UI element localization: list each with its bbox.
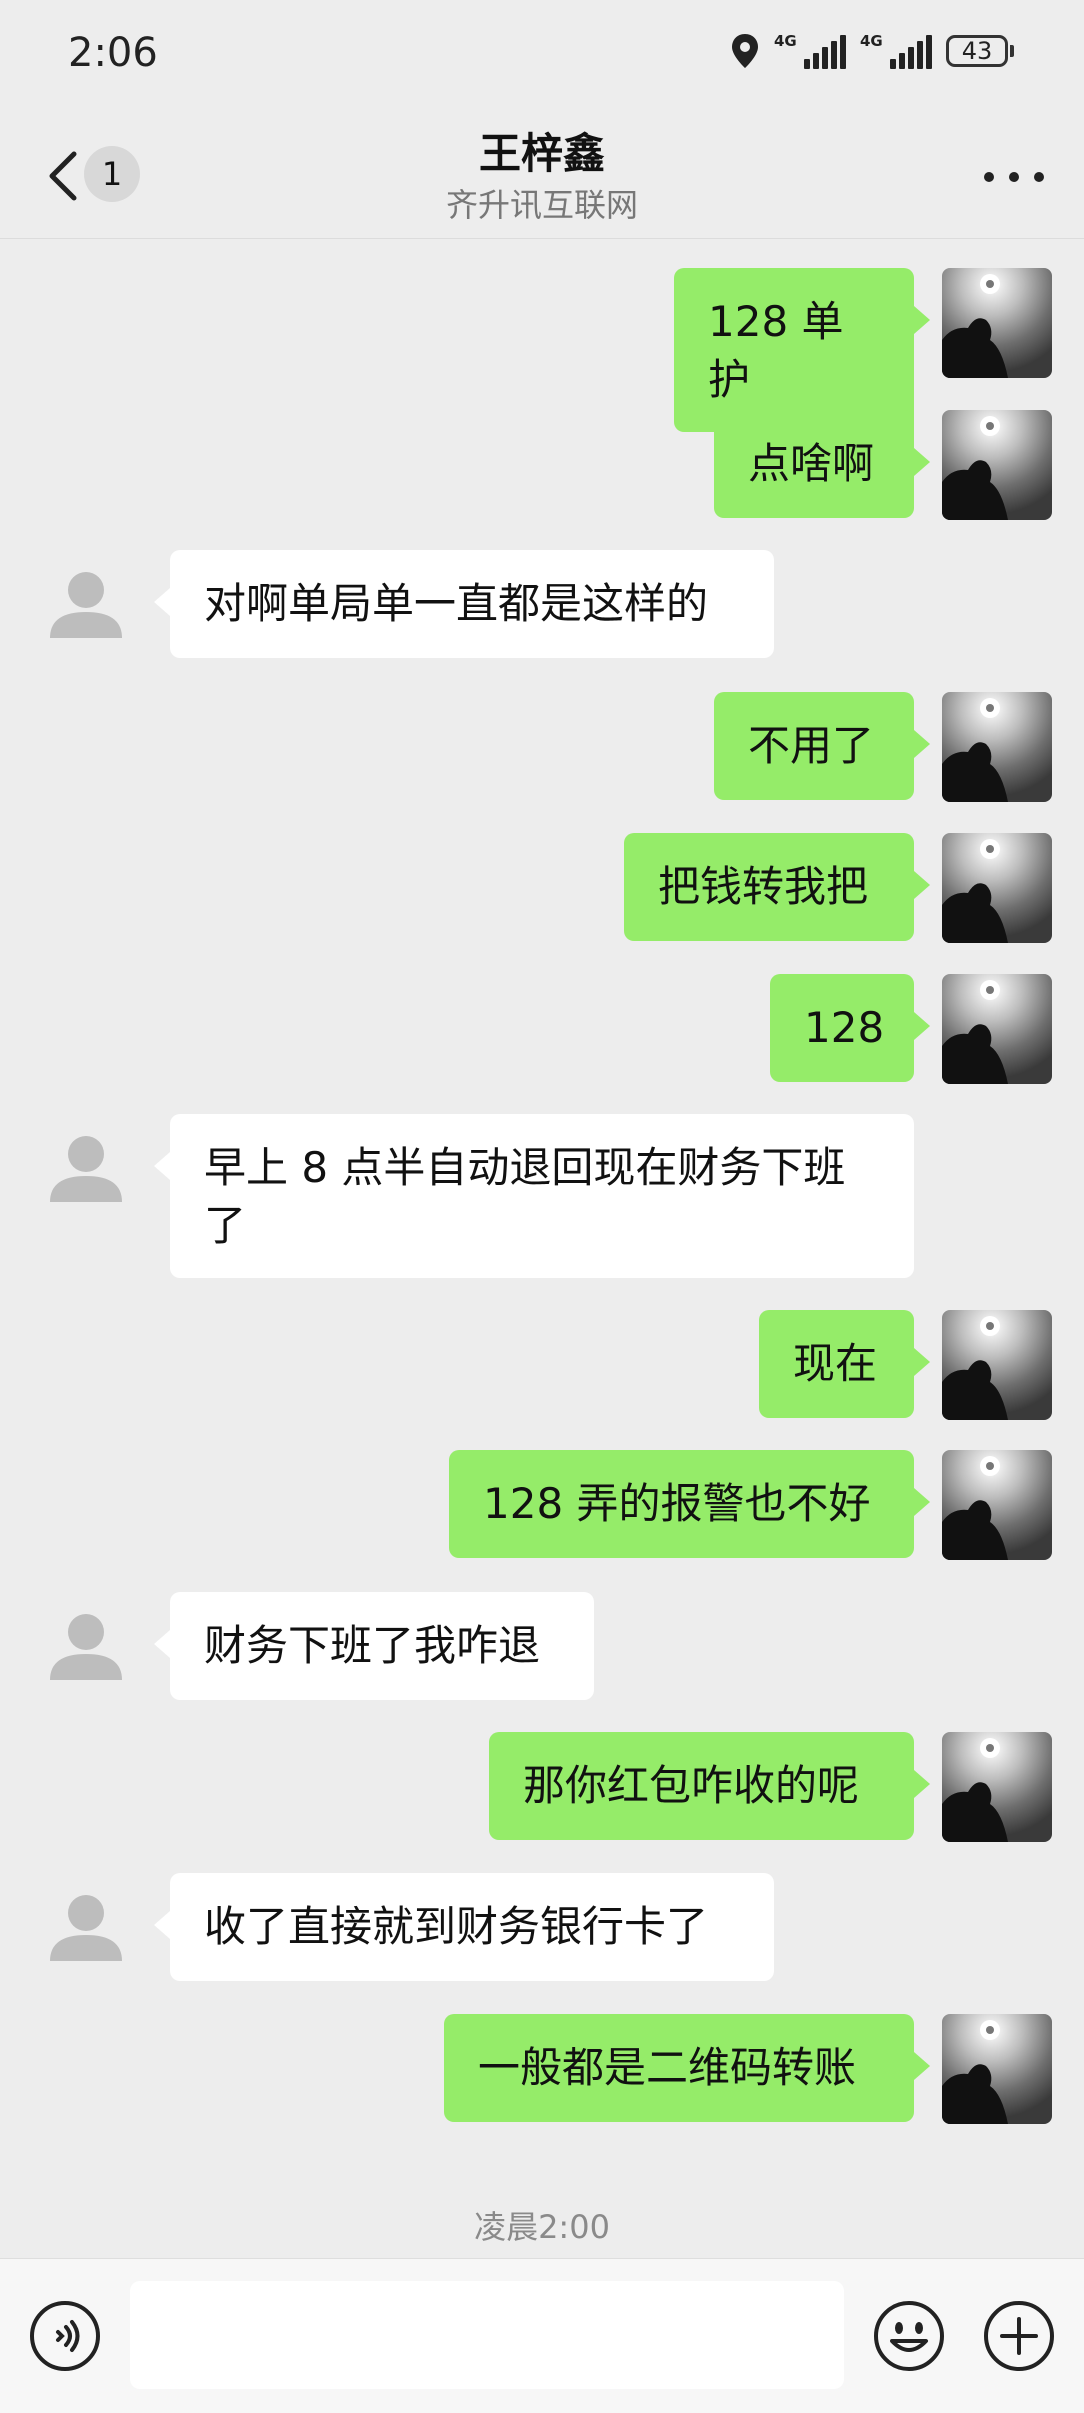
contact-avatar[interactable] xyxy=(36,1596,136,1696)
battery-level: 43 xyxy=(946,35,1008,67)
my-avatar[interactable] xyxy=(942,1310,1052,1420)
voice-icon[interactable] xyxy=(28,2299,102,2373)
battery-indicator: 43 xyxy=(946,35,1014,67)
input-bar xyxy=(0,2258,1084,2413)
my-avatar[interactable] xyxy=(942,2014,1052,2124)
contact-avatar[interactable] xyxy=(36,1118,136,1218)
plus-icon[interactable] xyxy=(982,2299,1056,2373)
my-message-bubble[interactable]: 一般都是二维码转账 xyxy=(444,2014,930,2122)
signal-strength-2: 4G xyxy=(860,33,932,69)
contact-avatar[interactable] xyxy=(36,554,136,654)
my-avatar[interactable] xyxy=(942,833,1052,943)
my-message-bubble[interactable]: 那你红包咋收的呢 xyxy=(489,1732,930,1840)
time-separator: 凌晨2:00 xyxy=(474,2208,610,2246)
network-type-label: 4G xyxy=(860,32,883,50)
contact-message-bubble[interactable]: 财务下班了我咋退 xyxy=(154,1592,594,1700)
contact-message-bubble[interactable]: 收了直接就到财务银行卡了 xyxy=(154,1873,774,1981)
chat-header: 1 王梓鑫 齐升讯互联网 xyxy=(0,108,1084,239)
status-icons: 4G 4G 43 xyxy=(730,32,1014,70)
message-input[interactable] xyxy=(130,2281,844,2389)
my-avatar[interactable] xyxy=(942,974,1052,1084)
my-message-bubble[interactable]: 不用了 xyxy=(714,692,930,800)
my-avatar[interactable] xyxy=(942,1732,1052,1842)
contact-avatar[interactable] xyxy=(36,1877,136,1977)
my-message-bubble[interactable]: 128 xyxy=(770,974,930,1082)
status-time: 2:06 xyxy=(68,30,158,76)
signal-strength-1: 4G xyxy=(774,33,846,69)
location-icon xyxy=(732,34,758,68)
my-message-bubble[interactable]: 128 单护 xyxy=(674,268,930,432)
network-type-label: 4G xyxy=(774,32,797,50)
my-avatar[interactable] xyxy=(942,410,1052,520)
contact-message-bubble[interactable]: 早上 8 点半自动退回现在财务下班了 xyxy=(154,1114,914,1278)
emoji-icon[interactable] xyxy=(872,2299,946,2373)
my-message-bubble[interactable]: 把钱转我把 xyxy=(624,833,930,941)
chat-title: 王梓鑫 xyxy=(478,129,605,178)
my-avatar[interactable] xyxy=(942,1450,1052,1560)
status-bar: 2:06 4G 4G 43 xyxy=(0,0,1084,108)
my-avatar[interactable] xyxy=(942,268,1052,378)
my-message-bubble[interactable]: 点啥啊 xyxy=(714,410,930,518)
my-message-bubble[interactable]: 现在 xyxy=(759,1310,930,1418)
more-icon[interactable] xyxy=(984,170,1044,184)
my-avatar[interactable] xyxy=(942,692,1052,802)
chat-subtitle: 齐升讯互联网 xyxy=(445,186,638,224)
contact-message-bubble[interactable]: 对啊单局单一直都是这样的 xyxy=(154,550,774,658)
my-message-bubble[interactable]: 128 弄的报警也不好 xyxy=(449,1450,930,1558)
